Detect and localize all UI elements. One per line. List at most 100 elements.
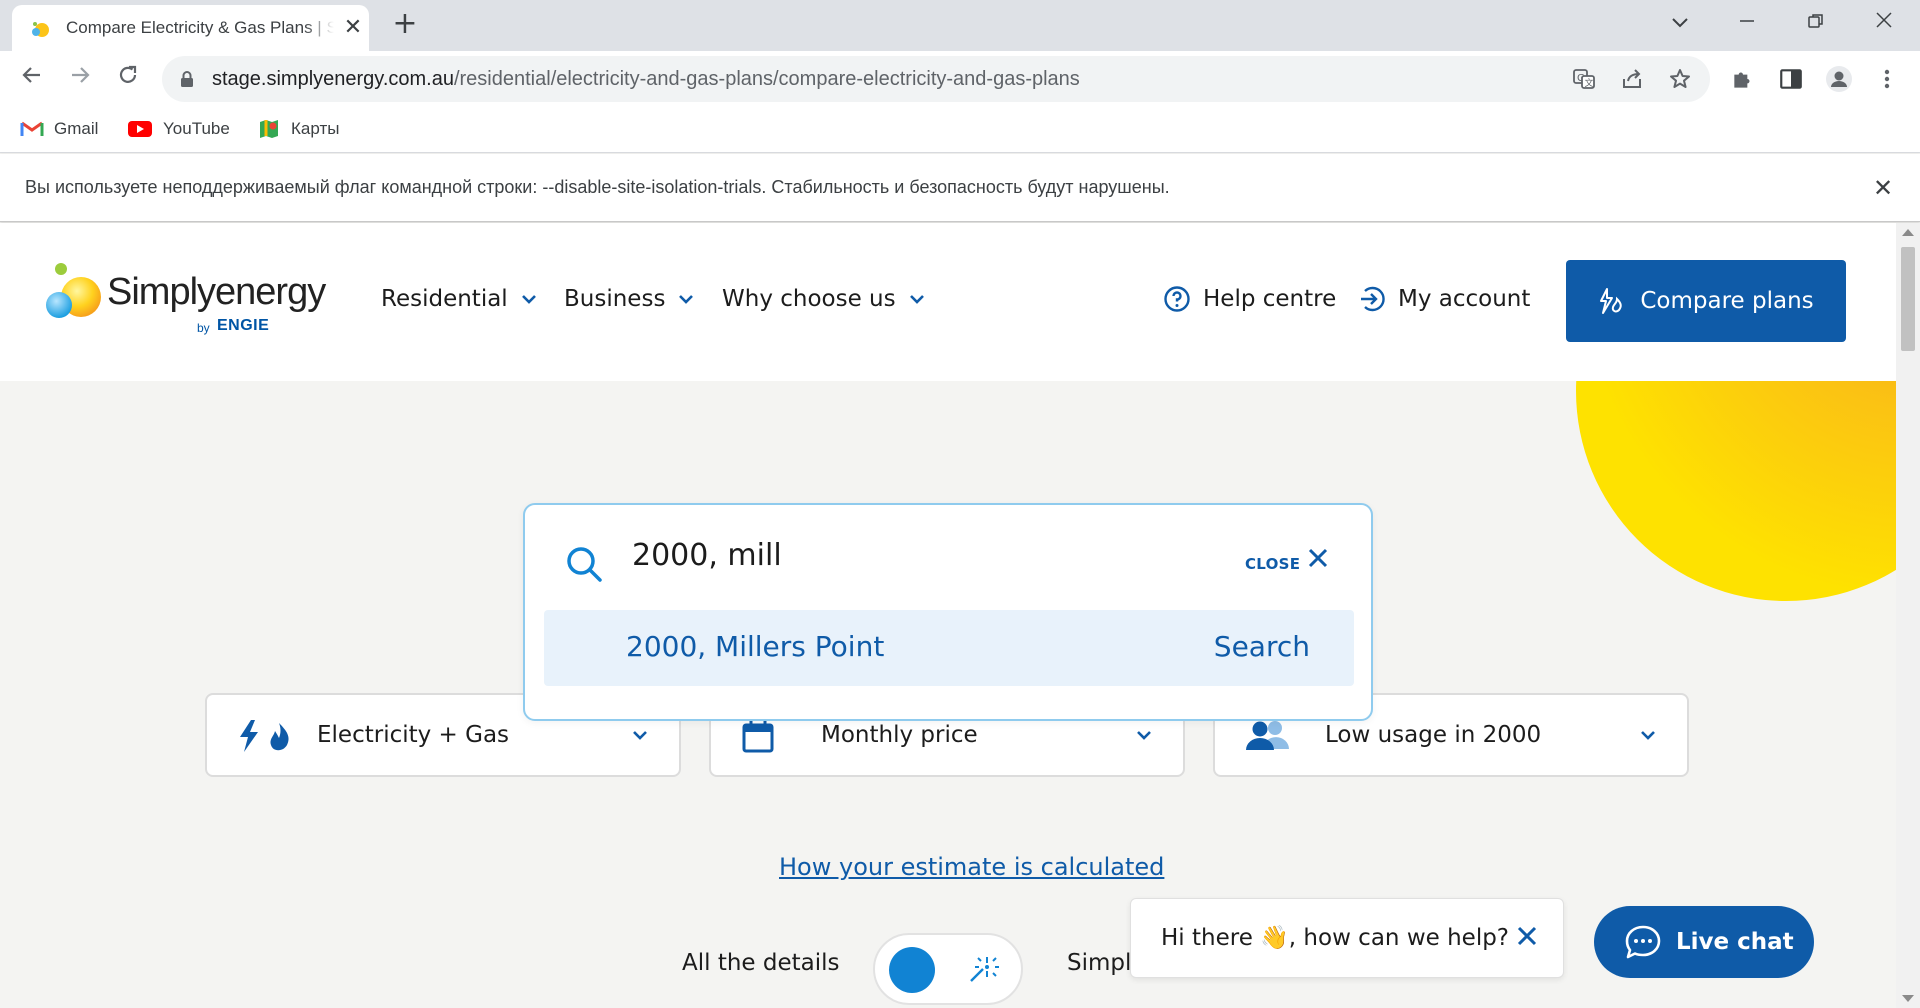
bolt-flame-icon (240, 720, 289, 752)
minimize-icon[interactable] (1727, 8, 1767, 38)
fuel-type-label: Electricity + Gas (317, 722, 510, 748)
search-icon (567, 547, 602, 582)
toggle-left-label: All the details (682, 950, 840, 976)
live-chat-button[interactable]: Live chat (1594, 906, 1814, 978)
suggestion-address: 2000, Millers Point (626, 630, 885, 663)
chevron-down-icon (679, 295, 694, 304)
chevron-down-icon (1137, 731, 1151, 740)
close-icon[interactable] (1307, 547, 1329, 569)
side-panel-icon[interactable] (1778, 66, 1804, 92)
url-path: /residential/electricity-and-gas-plans/c… (453, 68, 1080, 90)
forward-icon[interactable] (62, 61, 98, 97)
calendar-icon (742, 721, 774, 753)
usage-label: Low usage in 2000 (1325, 722, 1542, 748)
site-favicon-icon (32, 22, 49, 37)
nav-label: Business (564, 286, 666, 312)
logo-wordmark: Simplyenergy (107, 271, 326, 313)
more-menu-icon[interactable] (1874, 66, 1900, 92)
tab-search-icon[interactable] (1660, 8, 1700, 38)
my-account-link[interactable]: My account (1358, 285, 1530, 313)
scroll-down-arrow-icon[interactable] (1902, 995, 1914, 1002)
bookmark-gmail[interactable]: Gmail (20, 116, 98, 142)
youtube-icon (128, 121, 152, 137)
compare-plans-button[interactable]: Compare plans (1566, 260, 1846, 342)
bookmark-maps[interactable]: Карты (257, 116, 339, 142)
live-chat-label: Live chat (1676, 929, 1794, 955)
tab-title: Compare Electricity & Gas Plans | Simply… (66, 18, 334, 38)
bookmark-label: YouTube (163, 119, 230, 138)
reload-icon[interactable] (110, 61, 146, 97)
simplyenergy-logo[interactable]: Simplyenergy by ENGIE (45, 261, 335, 341)
infobar-message: Вы используете неподдерживаемый флаг ком… (25, 177, 1170, 197)
decorative-sun (1576, 381, 1896, 601)
detail-toggle-row: All the details Simpli (0, 923, 1200, 1008)
scrollbar-thumb[interactable] (1901, 247, 1915, 351)
bolt-flame-icon (1600, 288, 1623, 314)
new-tab-button[interactable]: + (390, 9, 420, 40)
people-icon (1246, 721, 1289, 750)
browser-toolbar: stage.simplyenergy.com.au/residential/el… (0, 51, 1920, 107)
magic-wand-icon (970, 957, 999, 982)
address-search-input[interactable] (632, 535, 1192, 575)
maps-icon (260, 120, 278, 138)
bookmark-star-icon[interactable] (1668, 67, 1692, 91)
close-search-button[interactable]: CLOSE (1245, 555, 1300, 573)
url-text[interactable]: stage.simplyenergy.com.au/residential/el… (212, 68, 1080, 91)
chevron-down-icon (521, 295, 536, 304)
nav-business[interactable]: Business (564, 286, 695, 312)
close-chat-prompt-icon[interactable] (1516, 925, 1538, 947)
detail-view-toggle[interactable] (873, 933, 1023, 1005)
close-window-icon[interactable] (1864, 8, 1904, 38)
nav-why-choose-us[interactable]: Why choose us (722, 286, 926, 312)
nav-label: Residential (381, 286, 508, 312)
tab-close-icon[interactable]: ✕ (342, 17, 364, 39)
my-account-label: My account (1398, 286, 1531, 312)
login-arrow-icon (1361, 286, 1385, 312)
chevron-down-icon (633, 731, 647, 740)
bookmark-label: Gmail (54, 119, 99, 138)
scroll-up-arrow-icon[interactable] (1902, 229, 1914, 236)
site-header: Simplyenergy by ENGIE Residential Busine… (0, 223, 1896, 381)
bookmark-youtube[interactable]: YouTube (127, 116, 230, 142)
svg-text:文: 文 (1585, 77, 1594, 89)
share-icon[interactable] (1620, 67, 1644, 91)
logo-engie: ENGIE (217, 317, 270, 334)
warning-infobar: Вы используете неподдерживаемый флаг ком… (0, 154, 1920, 222)
browser-tabstrip: Compare Electricity & Gas Plans | Simply… (0, 0, 1920, 51)
chat-prompt-bubble: Hi there 👋, how can we help? (1130, 898, 1564, 978)
toggle-knob (889, 947, 935, 993)
page-viewport: Simplyenergy by ENGIE Residential Busine… (0, 223, 1920, 1008)
translate-icon[interactable]: G 文 (1572, 67, 1596, 91)
question-circle-icon (1164, 286, 1190, 312)
page-scrollbar[interactable] (1896, 223, 1920, 1008)
address-bar[interactable]: stage.simplyenergy.com.au/residential/el… (162, 56, 1710, 102)
price-view-label: Monthly price (821, 722, 978, 748)
logo-by: by (197, 321, 210, 335)
bookmark-label: Карты (291, 119, 340, 138)
browser-tab[interactable]: Compare Electricity & Gas Plans | Simply… (12, 5, 369, 51)
nav-residential[interactable]: Residential (381, 286, 538, 312)
help-centre-label: Help centre (1203, 286, 1337, 312)
address-suggestion[interactable]: 2000, Millers Point Search (544, 610, 1354, 686)
chat-bubble-icon (1625, 925, 1661, 959)
estimate-calculation-link[interactable]: How your estimate is calculated (779, 853, 1164, 881)
chevron-down-icon (1641, 731, 1655, 740)
address-search-panel: CLOSE 2000, Millers Point Search (523, 503, 1373, 721)
gmail-icon (20, 121, 44, 136)
suggestion-search-action[interactable]: Search (1214, 630, 1310, 663)
profile-avatar-icon[interactable] (1826, 66, 1852, 92)
lock-icon[interactable] (180, 71, 194, 87)
infobar-close-icon[interactable]: ✕ (1870, 174, 1896, 202)
extensions-icon[interactable] (1730, 66, 1756, 92)
bookmarks-bar: Gmail YouTube Карты (0, 107, 1920, 153)
restore-icon[interactable] (1796, 8, 1836, 38)
nav-label: Why choose us (722, 286, 896, 312)
url-host: stage.simplyenergy.com.au (212, 68, 454, 90)
chat-greeting: Hi there 👋, how can we help? (1161, 925, 1510, 951)
back-icon[interactable] (14, 61, 50, 97)
toggle-right-label: Simpli (1067, 950, 1138, 976)
chevron-down-icon (909, 295, 924, 304)
compare-plans-label: Compare plans (1640, 288, 1814, 314)
help-centre-link[interactable]: Help centre (1163, 285, 1336, 313)
logo-mark-icon (46, 263, 101, 318)
